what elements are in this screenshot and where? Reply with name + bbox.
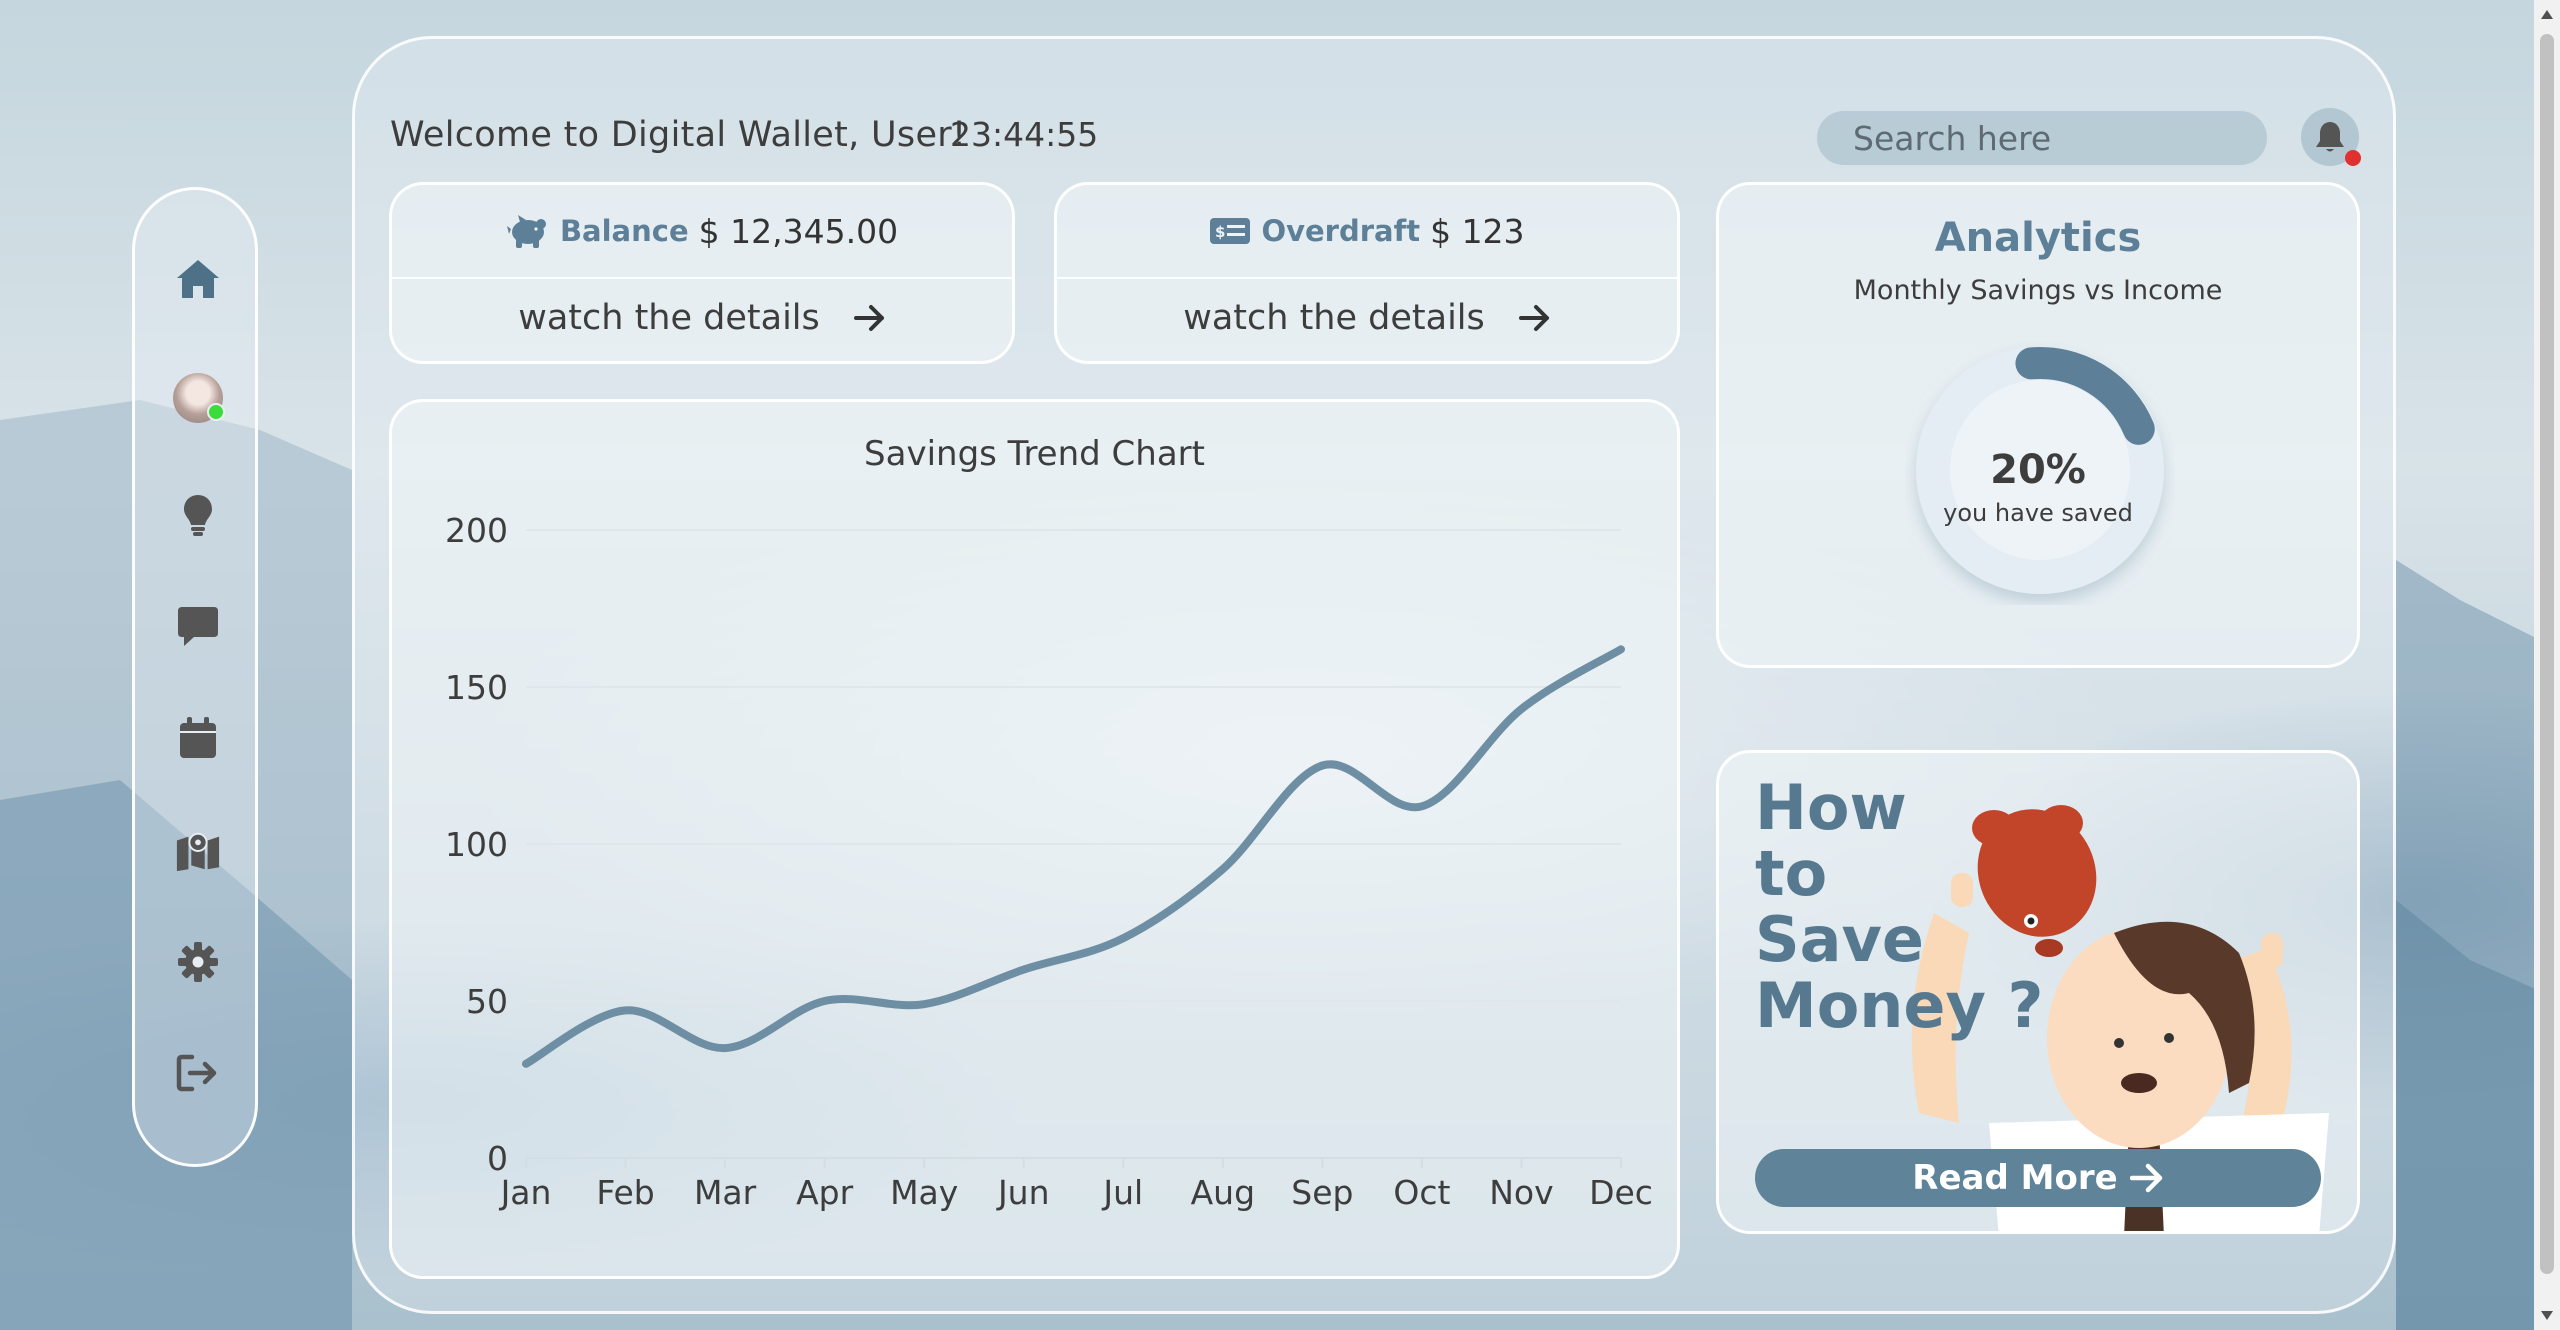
sidebar-item-messages[interactable]	[175, 603, 221, 649]
money-bill-icon: $	[1210, 218, 1251, 244]
x-tick-label: Jan	[499, 1173, 552, 1212]
sidebar-item-home[interactable]	[175, 256, 221, 302]
overdraft-details-label: watch the details	[1183, 298, 1485, 338]
saved-caption: you have saved	[1943, 499, 2133, 527]
promo-card: How to Save Money ? Read More	[1716, 750, 2360, 1234]
read-more-button[interactable]: Read More	[1755, 1149, 2321, 1207]
x-tick-label: Oct	[1393, 1173, 1450, 1212]
x-tick-label: Jun	[996, 1173, 1050, 1212]
x-tick-label: Apr	[796, 1173, 854, 1212]
logout-icon	[176, 1054, 217, 1092]
overdraft-card: $ Overdraft $ 123 watch the details	[1054, 182, 1680, 364]
welcome-message: Welcome to Digital Wallet, User!	[390, 115, 967, 155]
calendar-icon	[180, 717, 216, 758]
page-scrollbar[interactable]	[2534, 0, 2560, 1330]
overdraft-summary: $ Overdraft $ 123	[1057, 185, 1677, 279]
x-tick-label: Jul	[1101, 1173, 1143, 1212]
promo-title-line: Save	[1755, 903, 1924, 976]
overdraft-details-link[interactable]: watch the details	[1057, 275, 1677, 361]
analytics-title: Analytics	[1934, 215, 2142, 261]
home-icon	[177, 260, 219, 298]
arrow-right-icon	[853, 305, 884, 331]
search-input[interactable]	[1817, 111, 2267, 165]
sidebar	[132, 187, 258, 1167]
promo-title: How to Save Money ?	[1755, 775, 2075, 1039]
analytics-subtitle: Monthly Savings vs Income	[1853, 275, 2223, 306]
map-icon	[176, 832, 220, 872]
arrow-right-icon	[2129, 1163, 2162, 1193]
x-tick-label: Mar	[694, 1173, 757, 1212]
notification-badge	[2345, 150, 2361, 166]
sidebar-item-map[interactable]	[175, 828, 221, 874]
promo-title-line: to	[1755, 837, 1828, 910]
y-tick-label: 150	[445, 668, 508, 707]
scrollbar-thumb[interactable]	[2540, 34, 2554, 1274]
y-tick-label: 100	[445, 825, 508, 864]
piggy-bank-icon	[506, 215, 546, 248]
clock: 23:44:55	[950, 115, 1099, 154]
x-tick-label: Dec	[1589, 1173, 1653, 1212]
savings-trend-chart: 050100150200Jan Feb Mar Apr May Jun Jul Aug Sep O…	[445, 511, 1653, 1212]
sidebar-item-calendar[interactable]	[175, 715, 221, 761]
balance-card: Balance $ 12,345.00 watch the details	[389, 182, 1015, 364]
avatar[interactable]	[173, 373, 225, 423]
promo-title-line: Money ?	[1755, 969, 2044, 1042]
chat-icon	[178, 607, 218, 646]
lightbulb-icon	[184, 495, 212, 536]
savings-chart-card: Savings Trend Chart 0 50 100 150 200 Jan Feb Ma…	[389, 399, 1680, 1279]
saved-percent: 20%	[1990, 447, 2086, 493]
scroll-up-arrow-icon[interactable]	[2541, 10, 2553, 19]
y-tick-label: 200	[445, 511, 508, 550]
read-more-label: Read More	[1912, 1158, 2118, 1198]
sidebar-item-settings[interactable]	[175, 939, 221, 985]
gear-icon	[178, 942, 218, 982]
x-tick-label: Sep	[1291, 1173, 1353, 1212]
svg-text:$: $	[1215, 223, 1225, 241]
sidebar-item-ideas[interactable]	[175, 492, 221, 538]
analytics-card: Analytics Monthly Savings vs Income 20% …	[1716, 182, 2360, 668]
bell-icon	[2316, 122, 2344, 152]
overdraft-label: Overdraft	[1261, 214, 1421, 248]
scroll-down-arrow-icon[interactable]	[2541, 1311, 2553, 1320]
x-tick-label: Feb	[596, 1173, 654, 1212]
x-tick-label: Aug	[1191, 1173, 1255, 1212]
overdraft-value: $ 123	[1430, 211, 1525, 251]
balance-value: $ 12,345.00	[698, 211, 899, 251]
notifications-button[interactable]	[2301, 108, 2361, 166]
y-tick-label: 50	[466, 982, 508, 1021]
balance-label: Balance	[559, 214, 689, 248]
balance-summary: Balance $ 12,345.00	[392, 185, 1012, 279]
arrow-right-icon	[1518, 305, 1549, 331]
x-tick-label: May	[890, 1173, 958, 1212]
online-status-dot	[207, 403, 225, 421]
sidebar-item-logout[interactable]	[175, 1050, 221, 1096]
x-tick-label: Nov	[1489, 1173, 1553, 1212]
balance-details-link[interactable]: watch the details	[392, 275, 1012, 361]
balance-details-label: watch the details	[518, 298, 820, 338]
promo-title-line: How	[1755, 771, 1907, 844]
